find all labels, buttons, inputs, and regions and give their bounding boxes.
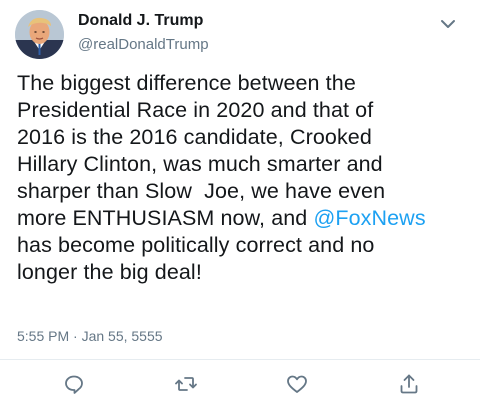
reply-icon[interactable]	[62, 372, 86, 396]
tweet-line: Presidential Race in 2020 and that of	[17, 98, 374, 122]
tweet-line: Hillary Clinton, was much smarter and	[17, 152, 383, 176]
tweet-line: more ENTHUSIASM now, and @FoxNews	[17, 205, 467, 232]
divider	[0, 359, 480, 360]
tweet-timestamp[interactable]: 5:55 PM · Jan 55, 5555	[17, 328, 163, 344]
author-handle[interactable]: @realDonaldTrump	[78, 36, 209, 53]
tweet-line: 2016 is the 2016 candidate, Crooked	[17, 125, 372, 149]
avatar-image	[15, 10, 64, 59]
author-name[interactable]: Donald J. Trump	[78, 12, 203, 30]
tweet-line: sharper than Slow Joe, we have even	[17, 179, 386, 203]
tweet-line: longer the big deal!	[17, 260, 202, 284]
like-icon[interactable]	[285, 372, 309, 396]
tweet-line: has become politically correct and no	[17, 233, 375, 257]
tweet-line-text: more ENTHUSIASM now, and	[17, 206, 314, 230]
mention-link[interactable]: @FoxNews	[313, 206, 425, 230]
chevron-down-icon[interactable]	[436, 12, 460, 36]
avatar[interactable]	[15, 10, 64, 59]
share-icon[interactable]	[397, 372, 421, 396]
tweet-card: Donald J. Trump @realDonaldTrump The big…	[0, 0, 480, 410]
retweet-icon[interactable]	[174, 372, 198, 396]
tweet-line: The biggest difference between the	[17, 71, 356, 95]
tweet-text: The biggest difference between the Presi…	[17, 70, 467, 286]
